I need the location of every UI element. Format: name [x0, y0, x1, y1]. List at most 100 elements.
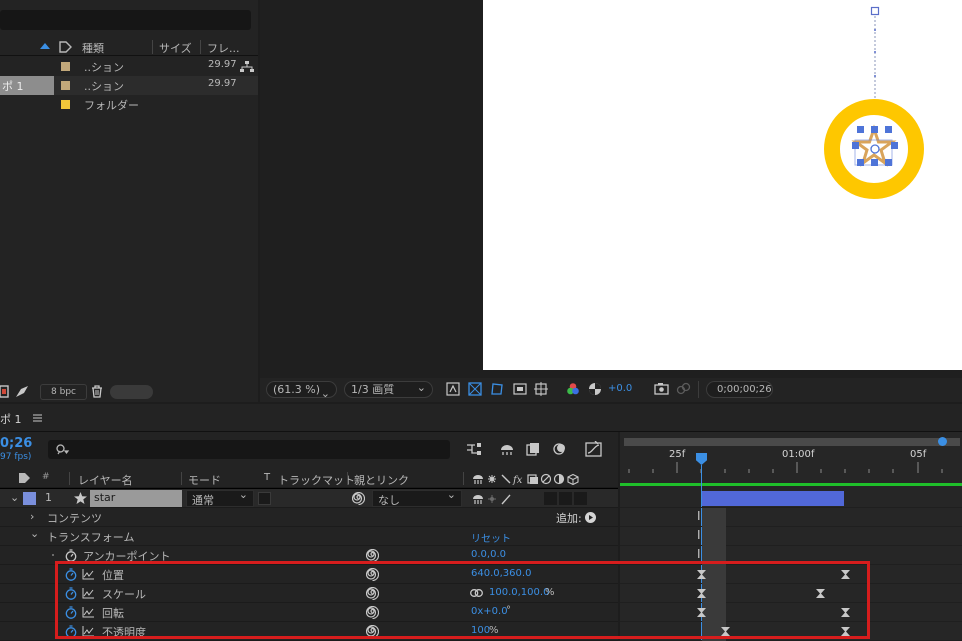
chevron-down-icon[interactable]: ⌄	[30, 527, 39, 540]
property-row[interactable]: 回転 0x+0.0 °	[0, 603, 618, 622]
property-value[interactable]: 100.0,100.0	[489, 587, 549, 598]
label-color-swatch[interactable]	[61, 62, 70, 71]
transparency-grid-icon[interactable]	[468, 382, 482, 396]
shy-layers-icon[interactable]	[499, 442, 515, 456]
project-item[interactable]: ..ション 29.97	[0, 57, 258, 76]
property-value[interactable]: 0x+0.0	[471, 606, 508, 617]
label-color-swatch[interactable]	[61, 81, 70, 90]
stopwatch-icon[interactable]	[65, 606, 77, 619]
pick-whip-icon[interactable]	[352, 492, 365, 505]
reset-link[interactable]: リセット	[471, 530, 511, 545]
preserve-transparency-checkbox[interactable]	[258, 492, 271, 505]
project-search-input[interactable]	[0, 10, 251, 30]
label-color-swatch[interactable]	[23, 492, 36, 505]
fast-preview-icon[interactable]	[446, 382, 460, 396]
property-row[interactable]: スケール 100.0,100.0 %	[0, 584, 618, 603]
render-queue-icon[interactable]	[15, 385, 29, 398]
column-preserve-transparency[interactable]: T	[264, 472, 270, 483]
column-number[interactable]: #	[42, 472, 50, 482]
chevron-right-icon[interactable]: ›	[30, 510, 34, 523]
graph-icon[interactable]	[82, 607, 94, 618]
keyframe-track-row[interactable]	[620, 603, 962, 622]
frame-blending-icon[interactable]	[525, 442, 541, 456]
reset-exposure-icon[interactable]	[588, 382, 602, 396]
grid-guides-icon[interactable]	[534, 382, 548, 396]
work-area-bar[interactable]	[620, 483, 962, 486]
label-tag-icon[interactable]	[59, 41, 72, 53]
keyframe-icon[interactable]	[816, 589, 825, 598]
layer-row[interactable]: ⌄ 1 star 通常 ⌄ なし ⌄	[0, 488, 618, 508]
keyframe-icon[interactable]	[697, 608, 706, 617]
layer-switches-icons[interactable]: fx	[472, 473, 590, 485]
transform-group-row[interactable]: ⌄ トランスフォーム リセット	[0, 527, 618, 546]
graph-icon[interactable]	[82, 569, 94, 580]
property-row[interactable]: 位置 640.0,360.0	[0, 565, 618, 584]
hamburger-icon[interactable]	[33, 414, 42, 422]
label-color-swatch[interactable]	[61, 100, 70, 109]
region-of-interest-icon[interactable]	[513, 382, 527, 396]
keyframe-icon[interactable]	[697, 589, 706, 598]
property-row[interactable]: 不透明度 100 %	[0, 622, 618, 641]
pick-whip-icon[interactable]	[366, 606, 379, 619]
zoom-dropdown[interactable]: (61.3 %) ⌄	[266, 381, 337, 400]
pick-whip-icon[interactable]	[366, 625, 379, 638]
property-row[interactable]: アンカーポイント 0.0,0.0	[0, 546, 618, 565]
chevron-down-icon[interactable]: ⌄	[10, 491, 19, 504]
column-track-matte[interactable]: トラックマット	[278, 472, 355, 488]
comp-mini-flowchart-icon[interactable]	[466, 442, 482, 456]
contents-group-row[interactable]: › コンテンツ 追加:	[0, 508, 618, 527]
layer-track-row[interactable]	[620, 489, 962, 508]
keyframe-icon[interactable]	[841, 608, 850, 617]
interpret-footage-icon[interactable]	[0, 385, 9, 398]
constrain-proportions-icon[interactable]	[470, 589, 483, 597]
mask-visibility-icon[interactable]	[490, 382, 504, 396]
keyframe-icon[interactable]	[697, 570, 706, 579]
exposure-value[interactable]: +0.0	[608, 383, 632, 394]
graph-editor-icon[interactable]	[585, 441, 602, 457]
keyframe-icon[interactable]	[721, 627, 730, 636]
pick-whip-icon[interactable]	[366, 587, 379, 600]
layer-name-field[interactable]: star	[90, 490, 182, 507]
keyframe-icon[interactable]	[841, 570, 850, 579]
motion-blur-switch[interactable]	[544, 492, 557, 505]
flowchart-icon[interactable]	[240, 61, 254, 73]
timeline-track-area[interactable]: 25f 01:00f 05f I I I	[620, 432, 962, 641]
current-time-display[interactable]: 0;00;00;26	[706, 381, 773, 398]
resolution-dropdown[interactable]: 1/3 画質 ⌄	[344, 381, 433, 398]
layer-duration-bar[interactable]	[702, 491, 844, 506]
property-value[interactable]: 640.0,360.0	[471, 568, 531, 579]
motion-blur-icon[interactable]	[551, 442, 567, 456]
sort-ascending-icon[interactable]	[40, 43, 50, 49]
label-tag-icon[interactable]	[18, 472, 31, 484]
column-mode[interactable]: モード	[188, 472, 221, 488]
timeline-comp-tab[interactable]: ポ 1	[0, 411, 22, 427]
parent-dropdown[interactable]: なし ⌄	[372, 488, 462, 507]
navigator-end-handle[interactable]	[938, 437, 947, 446]
pick-whip-icon[interactable]	[366, 568, 379, 581]
snapshot-camera-icon[interactable]	[654, 382, 669, 395]
layer-switches-icons[interactable]	[472, 493, 514, 505]
column-layer-name[interactable]: レイヤー名	[78, 472, 133, 488]
adjustment-layer-switch[interactable]	[559, 492, 572, 505]
pick-whip-icon[interactable]	[366, 549, 379, 562]
timeline-current-time[interactable]: 0;26	[0, 436, 32, 451]
graph-icon[interactable]	[82, 626, 94, 637]
graph-icon[interactable]	[82, 588, 94, 599]
stopwatch-icon[interactable]	[65, 587, 77, 600]
color-channels-icon[interactable]	[566, 382, 580, 396]
project-item[interactable]: ポ 1 ..ション 29.97	[0, 76, 258, 95]
property-value[interactable]: 100	[471, 625, 490, 636]
keyframe-icon[interactable]	[841, 627, 850, 636]
column-frame-rate[interactable]: フレ...	[207, 40, 240, 56]
add-play-icon[interactable]	[585, 512, 596, 523]
3d-layer-switch[interactable]	[574, 492, 587, 505]
layer-search-input[interactable]	[48, 440, 450, 459]
time-navigator[interactable]	[624, 438, 960, 446]
composition-canvas[interactable]	[483, 0, 962, 370]
property-value[interactable]: 0.0,0.0	[471, 549, 506, 560]
trash-icon[interactable]	[91, 385, 103, 398]
keyframe-track-row[interactable]	[620, 565, 962, 584]
bit-depth-button[interactable]: 8 bpc	[40, 384, 87, 400]
column-size[interactable]: サイズ	[159, 40, 192, 56]
column-type[interactable]: 種類	[82, 40, 104, 56]
